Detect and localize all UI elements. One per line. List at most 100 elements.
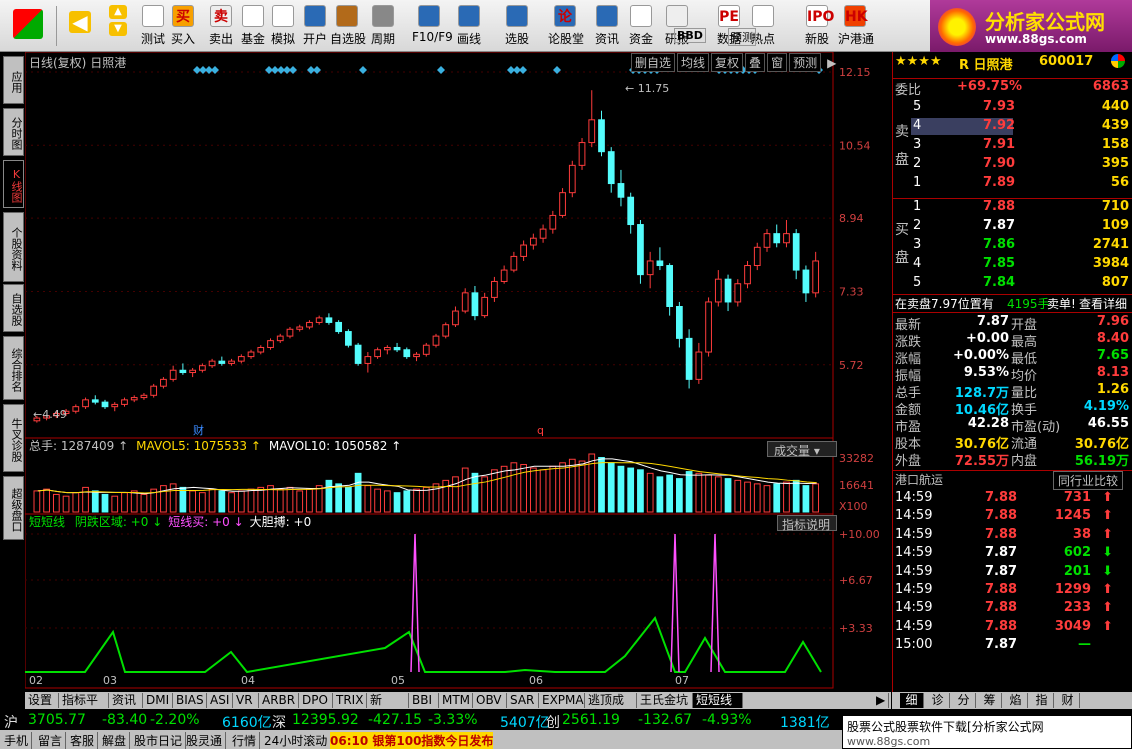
forecast-button[interactable]: 预测 (728, 28, 756, 46)
note-detail-link[interactable]: 查看详细 (1079, 295, 1127, 312)
status-item[interactable]: 股灵通 (186, 732, 227, 749)
period-button[interactable]: 周期 (366, 3, 400, 49)
indicator-tab[interactable]: BBI (409, 693, 439, 708)
trade-time: 14:59 (895, 545, 933, 561)
quote-tab[interactable]: 指 (1030, 693, 1054, 708)
sell-level-row[interactable]: 3 7.91 158 (893, 137, 1132, 154)
sell-level-row[interactable]: 5 7.93 440 (893, 99, 1132, 116)
arrow-right-icon[interactable]: ▶ (873, 693, 889, 708)
indicator-tab[interactable]: 资讯 (109, 693, 143, 708)
candle (315, 315, 323, 325)
left-tab-7[interactable]: 超级盘口 (3, 476, 24, 540)
kline-chart[interactable]: 12.15 10.54 8.94 7.33 5.72 ← 11.75 ←4.49 财 q 02 03… (25, 52, 891, 692)
sell-level-row[interactable]: 1 7.89 56 (893, 175, 1132, 192)
volume-bar (734, 479, 742, 513)
indicator-tab[interactable]: 指标平台 (59, 693, 109, 722)
chart-btn-5[interactable]: 预测 (789, 53, 822, 72)
indicator-help-button[interactable]: 指标说明 (777, 515, 837, 532)
buy-button[interactable]: 买买入 (166, 3, 200, 49)
indicator-tab[interactable]: SAR (507, 693, 539, 708)
indicator-tab[interactable]: 王氏金坑 (637, 693, 693, 708)
pink-spike (410, 533, 420, 673)
forum-button[interactable]: 论论股堂 (548, 3, 584, 49)
select-stock-button[interactable]: 选股 (500, 3, 534, 49)
ad-popup[interactable]: 股票公式股票软件下载[分析家公式网 www.88gs.com (842, 715, 1132, 749)
quote-tab[interactable]: 分 (952, 693, 976, 708)
compare-button[interactable]: 同行业比较 (1053, 471, 1124, 490)
back-button[interactable]: ◀ (62, 3, 98, 49)
candle (714, 270, 722, 307)
left-tab-4[interactable]: 自选股 (3, 284, 24, 332)
order-note-row[interactable]: 在卖盘7.97位置有 4195手 卖单! 查看详细 (893, 294, 1132, 312)
indicator-tab[interactable]: ASI (207, 693, 233, 708)
layout-icon[interactable] (8, 3, 48, 49)
sell-level-row[interactable]: 4 7.92 439 (893, 118, 1132, 135)
info-button[interactable]: 资讯 (590, 3, 624, 49)
bbd-button[interactable]: BBD (674, 28, 706, 43)
chart-btn-2[interactable]: 复权 (711, 53, 744, 72)
quote-tab[interactable]: 诊 (926, 693, 950, 708)
left-tab-5[interactable]: 综合排名 (3, 336, 24, 400)
f10-button[interactable]: F10/F9 (412, 3, 453, 49)
indicator-tab[interactable]: ARBR (259, 693, 299, 708)
indicator-tab[interactable]: 新DMA (367, 693, 409, 722)
sell-button[interactable]: 卖卖出 (204, 3, 238, 49)
quote-tab[interactable]: 财 (1056, 693, 1080, 708)
quote-tab[interactable]: 筹 (978, 693, 1002, 708)
buy-level-row[interactable]: 2 7.87 109 (893, 218, 1132, 235)
fund-button[interactable]: 基金 (236, 3, 270, 49)
watchlist-button[interactable]: 自选股 (330, 3, 366, 49)
status-item[interactable]: 行情 (232, 732, 261, 749)
open-account-button[interactable]: 开户 (298, 3, 332, 49)
chart-btn-3[interactable]: 叠 (745, 53, 766, 72)
volume-dropdown[interactable]: 成交量 ▾ (767, 441, 837, 458)
indicator-tab[interactable]: DMI (143, 693, 173, 708)
status-item[interactable]: 股市日记 (134, 732, 187, 749)
left-tab-6[interactable]: 牛叉诊股 (3, 404, 24, 472)
buy-level-row[interactable]: 1 7.88 710 (893, 199, 1132, 216)
indicator-tab[interactable]: VR (233, 693, 259, 708)
left-tab-1[interactable]: 分时图 (3, 108, 24, 156)
quote-tab[interactable]: 细 (900, 693, 924, 708)
arrow-right-icon[interactable]: ▶ (827, 56, 836, 70)
trade-time: 14:59 (895, 618, 933, 634)
left-tab-3[interactable]: 个股资料 (3, 212, 24, 282)
left-tab-2[interactable]: K线图 (3, 160, 24, 208)
arrow-up-icon: ⬆ (1102, 508, 1113, 524)
sector-name[interactable]: 港口航运 (895, 471, 943, 488)
news-ticker[interactable]: 06:10 银第100指数今日发布 (330, 732, 494, 749)
popup-text: 股票公式股票软件下载[分析家公式网 (847, 720, 1044, 734)
indicator-tab[interactable]: OBV (473, 693, 507, 708)
new-stock-button[interactable]: IPO 新股 (800, 3, 834, 49)
indicator-tab[interactable]: BIAS (173, 693, 207, 708)
status-item[interactable]: 解盘 (102, 732, 131, 749)
indicator-tab[interactable]: DPO (299, 693, 333, 708)
buy-level-row[interactable]: 5 7.84 807 (893, 275, 1132, 292)
indicator-tab[interactable]: 短短线 (693, 693, 743, 708)
simulate-button[interactable]: 模拟 (266, 3, 300, 49)
indicator-tab[interactable]: TRIX (333, 693, 367, 708)
indicator-tab[interactable]: EXPMA (539, 693, 585, 708)
capital-button[interactable]: 资金 (624, 3, 658, 49)
up-down-icon[interactable]: ▲ ▼ (104, 3, 132, 49)
status-item[interactable]: 留言 (38, 732, 67, 749)
indicator-tab[interactable]: 设置 (25, 693, 59, 708)
status-item[interactable]: 24小时滚动 (264, 732, 332, 749)
hk-button[interactable]: HK 沪港通 (838, 3, 874, 49)
test-button[interactable]: 测试 (136, 3, 170, 49)
status-item[interactable]: 手机 (4, 732, 33, 749)
draw-button[interactable]: 画线 (452, 3, 486, 49)
status-item[interactable]: 客服 (70, 732, 99, 749)
pie-icon[interactable] (1111, 54, 1125, 68)
chart-btn-4[interactable]: 窗 (767, 53, 788, 72)
buy-level-row[interactable]: 4 7.85 3984 (893, 256, 1132, 273)
chart-btn-0[interactable]: 删自选 (631, 53, 676, 72)
quote-tab[interactable]: 焰 (1004, 693, 1028, 708)
indicator-tab[interactable]: MTM (439, 693, 473, 708)
sell-level-row[interactable]: 2 7.90 395 (893, 156, 1132, 173)
left-tab-0[interactable]: 应用 (3, 56, 24, 104)
buy-level-row[interactable]: 3 7.86 2741 (893, 237, 1132, 254)
volume-bar (160, 485, 167, 513)
indicator-tab[interactable]: 逃顶成功 (585, 693, 637, 722)
chart-btn-1[interactable]: 均线 (677, 53, 710, 72)
